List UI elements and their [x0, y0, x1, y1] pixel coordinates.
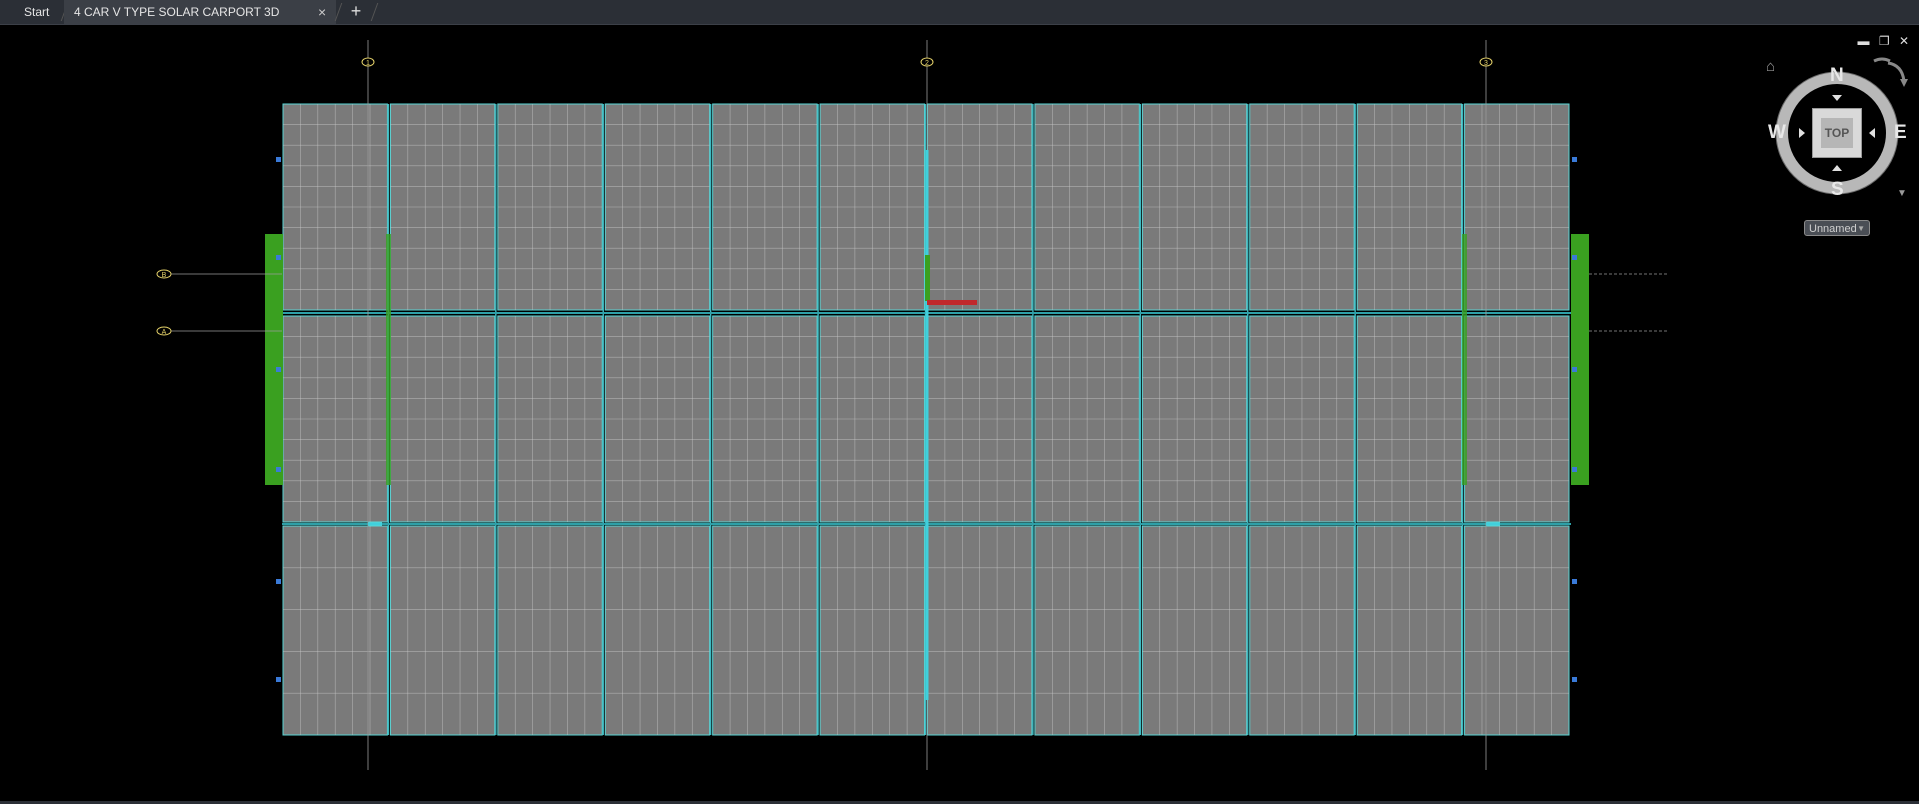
- viewcube-top-face[interactable]: TOP: [1812, 108, 1862, 158]
- edge-grip: [276, 467, 281, 472]
- ucs-y-axis: [925, 255, 930, 301]
- viewcube[interactable]: N S W E TOP: [1768, 55, 1910, 200]
- grid-bubble-label: B: [162, 272, 167, 279]
- edge-grip: [276, 157, 281, 162]
- edge-grip: [276, 367, 281, 372]
- named-view-label: Unnamed: [1809, 223, 1857, 235]
- edge-grip: [276, 677, 281, 682]
- viewport-window-controls: ▬ ❐ ✕: [1851, 34, 1909, 48]
- grid-bubble-label: 2: [925, 60, 929, 67]
- column-bracket: [1462, 234, 1467, 485]
- rotate-arrow-icon: [1887, 61, 1906, 82]
- end-bracket-right: [1571, 234, 1589, 485]
- tab-close-icon[interactable]: ×: [318, 0, 326, 24]
- edge-grip: [1572, 579, 1577, 584]
- grid-bubble-label: 1: [366, 60, 370, 67]
- solar-carport-drawing[interactable]: 1 2 3 B A: [0, 25, 1919, 802]
- ucs-x-axis: [927, 300, 977, 305]
- tab-drawing[interactable]: 4 CAR V TYPE SOLAR CARPORT 3D MODEL* ×: [64, 0, 336, 43]
- tab-start[interactable]: Start: [14, 0, 64, 24]
- compass-south[interactable]: S: [1831, 179, 1844, 201]
- compass-north[interactable]: N: [1830, 65, 1844, 87]
- restore-icon[interactable]: ❐: [1879, 34, 1890, 48]
- edge-grip: [276, 255, 281, 260]
- tab-bar: Start 4 CAR V TYPE SOLAR CARPORT 3D MODE…: [0, 0, 1919, 43]
- edge-grip: [1572, 467, 1577, 472]
- edge-grip: [1572, 677, 1577, 682]
- grid-bubble-label: 3: [1484, 60, 1488, 67]
- viewcube-face-label: TOP: [1824, 126, 1850, 140]
- compass-west[interactable]: W: [1768, 122, 1786, 144]
- named-view-dropdown[interactable]: Unnamed ▼: [1804, 220, 1870, 236]
- model-viewport[interactable]: 1 2 3 B A: [0, 25, 1919, 802]
- compass-east[interactable]: E: [1894, 122, 1907, 144]
- edge-grip: [276, 579, 281, 584]
- chevron-down-icon: ▼: [1857, 224, 1865, 233]
- grid-bubble-label: A: [162, 329, 167, 336]
- menu-arrow-icon[interactable]: ▼: [1897, 188, 1907, 199]
- column-bracket: [386, 234, 391, 485]
- end-bracket-left: [265, 234, 283, 485]
- new-tab-icon[interactable]: +: [348, 0, 364, 24]
- edge-grip: [1572, 157, 1577, 162]
- edge-grip: [1572, 255, 1577, 260]
- minimize-icon[interactable]: ▬: [1857, 34, 1869, 48]
- tab-divider: [370, 3, 379, 21]
- close-icon[interactable]: ✕: [1899, 34, 1909, 48]
- edge-grip: [1572, 367, 1577, 372]
